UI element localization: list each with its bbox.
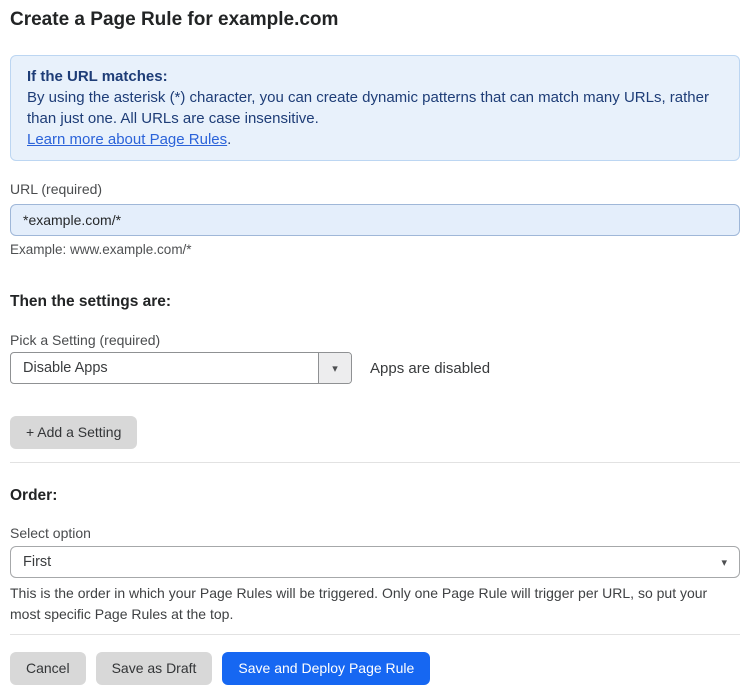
divider (10, 462, 740, 463)
settings-section-heading: Then the settings are: (10, 293, 172, 310)
order-helper-text: This is the order in which your Page Rul… (10, 585, 708, 622)
setting-dropdown[interactable]: Disable Apps ▾ (10, 352, 352, 384)
setting-dropdown-value: Disable Apps (23, 360, 108, 376)
add-setting-button[interactable]: + Add a Setting (10, 416, 138, 449)
pick-setting-label: Pick a Setting (required) (10, 332, 161, 348)
chevron-down-icon: ▾ (721, 556, 727, 569)
page-title: Create a Page Rule for example.com (10, 9, 339, 30)
url-input[interactable] (10, 204, 740, 236)
save-as-draft-button[interactable]: Save as Draft (95, 652, 213, 685)
info-box-body: By using the asterisk (*) character, you… (27, 89, 709, 127)
link-suffix: . (227, 131, 232, 148)
learn-more-link[interactable]: Learn more about Page Rules (27, 131, 227, 148)
info-box-link-line: Learn more about Page Rules. (27, 129, 723, 150)
chevron-down-icon: ▾ (332, 362, 338, 375)
cancel-button[interactable]: Cancel (10, 652, 86, 685)
order-select-label: Select option (10, 525, 91, 541)
info-box-heading: If the URL matches: (27, 68, 168, 85)
order-select[interactable]: First ▾ (10, 546, 740, 578)
order-select-value: First (23, 554, 52, 570)
order-section-heading: Order: (10, 487, 58, 504)
url-field-label: URL (required) (10, 181, 103, 197)
setting-status-text: Apps are disabled (370, 359, 491, 377)
save-and-deploy-button[interactable]: Save and Deploy Page Rule (222, 652, 431, 685)
form-actions: Cancel Save as Draft Save and Deploy Pag… (10, 652, 740, 685)
divider (10, 634, 740, 635)
url-example-helper: Example: www.example.com/* (10, 242, 192, 257)
setting-row: Disable Apps ▾ Apps are disabled (10, 352, 740, 384)
url-match-info-box: If the URL matches: By using the asteris… (10, 55, 740, 161)
setting-dropdown-caret-button[interactable]: ▾ (318, 353, 351, 383)
page-rule-form: Create a Page Rule for example.com If th… (0, 0, 750, 685)
